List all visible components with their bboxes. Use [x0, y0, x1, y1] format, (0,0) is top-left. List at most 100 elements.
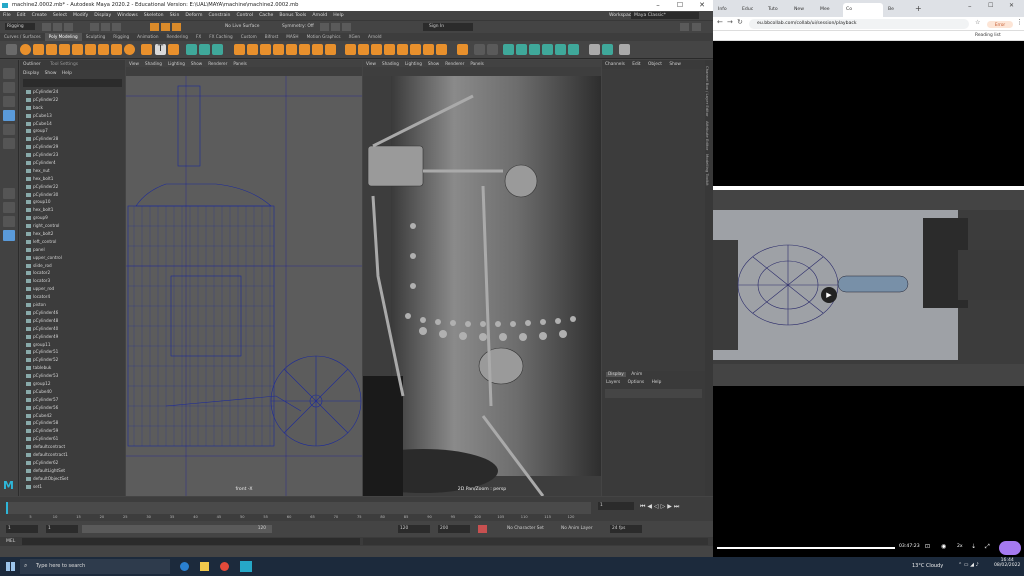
shelf-tab-custom[interactable]: Custom: [237, 33, 261, 41]
sign-in-button[interactable]: Sign In: [423, 23, 473, 31]
start-frame-field[interactable]: 1: [6, 525, 38, 533]
character-set-dropdown[interactable]: No Character Set: [507, 523, 544, 535]
bevel-icon[interactable]: [260, 44, 271, 55]
text-tool-icon[interactable]: T: [155, 44, 166, 55]
outliner-item[interactable]: locator2: [26, 269, 125, 277]
browser-tab-new[interactable]: New: [791, 3, 815, 17]
super-shape-icon[interactable]: [124, 44, 135, 55]
outliner-item[interactable]: group10: [26, 198, 125, 206]
range-slider[interactable]: 120: [82, 525, 272, 533]
browser-minimize-icon[interactable]: –: [968, 2, 972, 10]
playback-controls[interactable]: ⏮◀◁▷▶⏭: [640, 502, 710, 511]
tool-settings-tab[interactable]: Tool Settings: [50, 62, 78, 67]
browser-tab-be[interactable]: Be: [885, 3, 909, 17]
merge-icon[interactable]: [325, 44, 336, 55]
vp2-menu-renderer[interactable]: Renderer: [442, 61, 467, 66]
current-frame-field[interactable]: 1: [598, 502, 634, 510]
poly-sphere-icon[interactable]: [20, 44, 31, 55]
anim-end-field[interactable]: 200: [438, 525, 470, 533]
persp-viewport-toolbar[interactable]: [363, 67, 601, 76]
windows-start-icon[interactable]: [6, 562, 15, 571]
save-scene-icon[interactable]: [64, 23, 73, 31]
outliner-item[interactable]: pCube40: [26, 388, 125, 396]
menu-deform[interactable]: Deform: [182, 11, 205, 20]
shelf-tab-arnold[interactable]: Arnold: [364, 33, 386, 41]
back-icon[interactable]: ←: [717, 18, 723, 26]
outliner-item[interactable]: pCylinder49: [26, 333, 125, 341]
video-player[interactable]: ▶ 03:47:23 ⊡ ◉ 2x ⇣ ⤢: [713, 41, 1024, 557]
menu-control[interactable]: Control: [233, 11, 256, 20]
taskbar-clock[interactable]: 16:44 08/02/2022: [994, 558, 1020, 568]
menu-create[interactable]: Create: [29, 11, 50, 20]
outliner-item[interactable]: defaultcontract: [26, 443, 125, 451]
browser-tab-tuto[interactable]: Tuto: [765, 3, 789, 17]
paint-select-icon[interactable]: [3, 96, 15, 107]
mode-dropdown[interactable]: Rigging: [5, 23, 35, 30]
outliner-item[interactable]: pCylinder28: [26, 135, 125, 143]
menu-skeleton[interactable]: Skeleton: [141, 11, 167, 20]
shelf-tab-animation[interactable]: Animation: [133, 33, 162, 41]
boolean-difference-icon[interactable]: [286, 44, 297, 55]
outliner-item[interactable]: pCube14: [26, 120, 125, 128]
outliner-item[interactable]: upper_rod: [26, 285, 125, 293]
toggle-channel-box-icon[interactable]: [692, 23, 701, 31]
star-icon[interactable]: ☆: [975, 19, 980, 26]
download-icon[interactable]: ⇣: [971, 543, 976, 550]
outliner-item[interactable]: pCylinder23: [26, 151, 125, 159]
outliner-item[interactable]: pCylinder59: [26, 427, 125, 435]
open-scene-icon[interactable]: [53, 23, 62, 31]
outliner-item[interactable]: pCylinder4: [26, 159, 125, 167]
outliner-item[interactable]: right_control: [26, 222, 125, 230]
vp-menu-view[interactable]: View: [126, 61, 142, 66]
outliner-item[interactable]: set1: [26, 483, 125, 491]
outliner-search-input[interactable]: [23, 79, 122, 87]
anim-layer-dropdown[interactable]: No Anim Layer: [561, 523, 593, 535]
shelf-tab-curves[interactable]: Curves / Surfaces: [0, 33, 45, 41]
fps-dropdown[interactable]: 24 fps: [610, 525, 642, 533]
menu-help[interactable]: Help: [330, 11, 346, 20]
time-slider[interactable]: 5 10 15 20 25 30 35 40 45 50 55 60 65 70 75 80 85 90 95 100…: [0, 497, 713, 521]
channel-menu-show[interactable]: Show: [669, 62, 681, 67]
outliner-item[interactable]: panel: [26, 246, 125, 254]
outliner-item[interactable]: back: [26, 104, 125, 112]
outliner-menu-show[interactable]: Show: [45, 71, 57, 76]
outliner-item[interactable]: tablebuk: [26, 364, 125, 372]
outliner-item[interactable]: pCylinder57: [26, 396, 125, 404]
outliner-item[interactable]: defaultObjectSet: [26, 475, 125, 483]
spherical-map-icon[interactable]: [542, 44, 553, 55]
outliner-item[interactable]: hex_bolt2: [26, 230, 125, 238]
select-hierarchy-icon[interactable]: [90, 23, 99, 31]
outliner-item[interactable]: pCylinder62: [26, 459, 125, 467]
cylindrical-map-icon[interactable]: [529, 44, 540, 55]
menu-skin[interactable]: Skin: [167, 11, 183, 20]
volume-icon[interactable]: ◉: [941, 543, 946, 550]
maya-taskbar-icon[interactable]: [240, 561, 252, 572]
outliner-item[interactable]: defaultLightSet: [26, 467, 125, 475]
speed-button[interactable]: 2x: [957, 544, 963, 549]
play-icon[interactable]: ▶: [821, 287, 837, 303]
channel-menu-object[interactable]: Object: [648, 62, 662, 67]
circularize-icon[interactable]: [397, 44, 408, 55]
menu-arnold[interactable]: Arnold: [309, 11, 330, 20]
menu-file[interactable]: File: [0, 11, 14, 20]
layer-tab-display[interactable]: Display: [606, 372, 626, 377]
outliner-item[interactable]: pCylinder24: [26, 88, 125, 96]
snap-grid-icon[interactable]: [150, 23, 159, 31]
extrude-icon[interactable]: [234, 44, 245, 55]
ipr-render-icon[interactable]: [331, 23, 340, 31]
vp-menu-renderer[interactable]: Renderer: [205, 61, 230, 66]
range-end-field[interactable]: 120: [398, 525, 430, 533]
select-tool-icon[interactable]: [3, 68, 15, 79]
side-tab-modelling-toolkit[interactable]: Modelling Toolkit: [705, 150, 710, 186]
browser-maximize-icon[interactable]: ☐: [988, 2, 993, 9]
poly-platonic-icon[interactable]: [111, 44, 122, 55]
progress-bar[interactable]: [717, 547, 895, 549]
channel-menu-edit[interactable]: Edit: [632, 62, 640, 67]
outliner-menu-help[interactable]: Help: [62, 71, 72, 76]
outliner-item[interactable]: pCube42: [26, 412, 125, 420]
cut-uv-icon[interactable]: [619, 44, 630, 55]
browser-tab-info[interactable]: Info: [715, 3, 737, 17]
single-pane-icon[interactable]: [3, 188, 15, 199]
outliner-item[interactable]: upper_control: [26, 254, 125, 262]
taskbar-search-box[interactable]: Type here to search: [20, 559, 170, 574]
